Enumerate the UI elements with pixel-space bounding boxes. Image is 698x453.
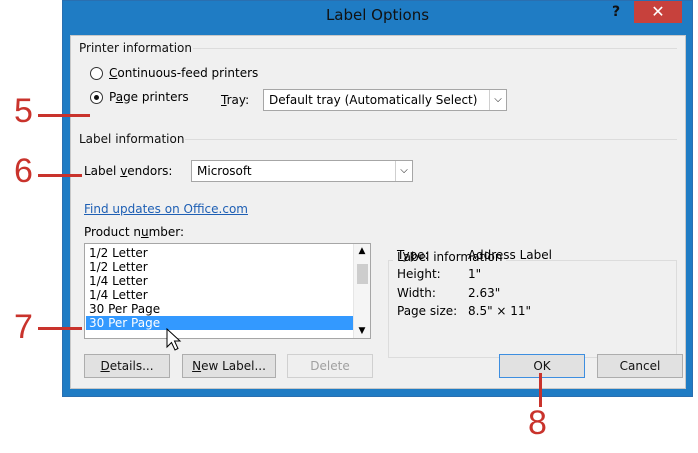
list-item[interactable]: 1/4 Letter	[89, 288, 148, 302]
tray-dropdown[interactable]: Default tray (Automatically Select) ⌵	[263, 89, 507, 111]
callout-6-line	[38, 174, 82, 177]
detail-key: Type:	[397, 248, 429, 262]
list-item[interactable]: 1/4 Letter	[89, 274, 148, 288]
continuous-feed-label: Continuous-feed printers	[109, 66, 259, 80]
callout-8-line	[539, 373, 542, 407]
tray-label: Tray:	[221, 93, 250, 107]
page-printers-label: Page printers	[109, 90, 189, 104]
scroll-thumb[interactable]	[357, 264, 368, 284]
label-vendors-label: Label vendors:	[84, 164, 173, 178]
label-vendors-dropdown[interactable]: Microsoft ⌵	[191, 160, 413, 182]
detail-key: Width:	[397, 286, 436, 300]
mouse-pointer-icon	[166, 328, 182, 351]
radio-button-selected[interactable]	[90, 90, 103, 104]
printer-information-header: Printer information	[79, 41, 192, 55]
dialog-title: Label Options	[325, 6, 430, 24]
new-label-button[interactable]: New Label...	[182, 354, 276, 378]
divider	[193, 48, 677, 49]
chevron-down-icon[interactable]: ⌵	[489, 90, 506, 110]
callout-8: 8	[528, 404, 547, 442]
detail-value: 1"	[468, 267, 482, 281]
callout-7-line	[38, 327, 82, 330]
find-updates-link[interactable]: Find updates on Office.com	[84, 202, 248, 216]
list-item-selected[interactable]: 30 Per Page	[86, 316, 353, 330]
detail-key: Height:	[397, 267, 441, 281]
label-vendors-value: Microsoft	[197, 164, 252, 178]
continuous-feed-radio[interactable]: Continuous-feed printers	[90, 66, 258, 80]
scroll-down-icon[interactable]: ▼	[354, 326, 370, 336]
page-printers-radio[interactable]: Page printers	[90, 90, 189, 104]
list-item[interactable]: 1/2 Letter	[89, 246, 148, 260]
scroll-up-icon[interactable]: ▲	[354, 246, 370, 256]
list-item[interactable]: 30 Per Page	[89, 302, 160, 316]
callout-5: 5	[14, 92, 33, 130]
delete-button[interactable]: Delete	[287, 354, 373, 378]
close-button[interactable]: ✕	[634, 1, 682, 23]
callout-6: 6	[14, 152, 33, 190]
detail-value: Address Label	[468, 248, 552, 262]
ok-button[interactable]: OK	[499, 354, 585, 378]
detail-value: 2.63"	[468, 286, 501, 300]
list-item[interactable]: 1/2 Letter	[89, 260, 148, 274]
callout-5-line	[38, 114, 90, 117]
title-bar[interactable]: Label Options ? ✕	[63, 1, 692, 31]
radio-button[interactable]	[90, 66, 103, 80]
detail-value: 8.5" × 11"	[468, 304, 532, 318]
help-button[interactable]: ?	[606, 4, 626, 24]
label-options-dialog: Label Options ? ✕ Printer information Co…	[62, 0, 693, 397]
label-information-header: Label information	[79, 132, 185, 146]
cancel-button[interactable]: Cancel	[597, 354, 683, 378]
product-number-list[interactable]: 1/2 Letter 1/2 Letter 1/4 Letter 1/4 Let…	[84, 243, 371, 339]
chevron-down-icon[interactable]: ⌵	[395, 161, 412, 181]
callout-7: 7	[14, 308, 33, 346]
detail-key: Page size:	[397, 304, 458, 318]
list-scrollbar[interactable]: ▲ ▼	[353, 244, 370, 338]
tray-value: Default tray (Automatically Select)	[269, 93, 478, 107]
product-number-label: Product number:	[84, 225, 185, 239]
details-button[interactable]: Details...	[84, 354, 170, 378]
dialog-body: Printer information Continuous-feed prin…	[70, 35, 686, 389]
divider	[185, 139, 677, 140]
